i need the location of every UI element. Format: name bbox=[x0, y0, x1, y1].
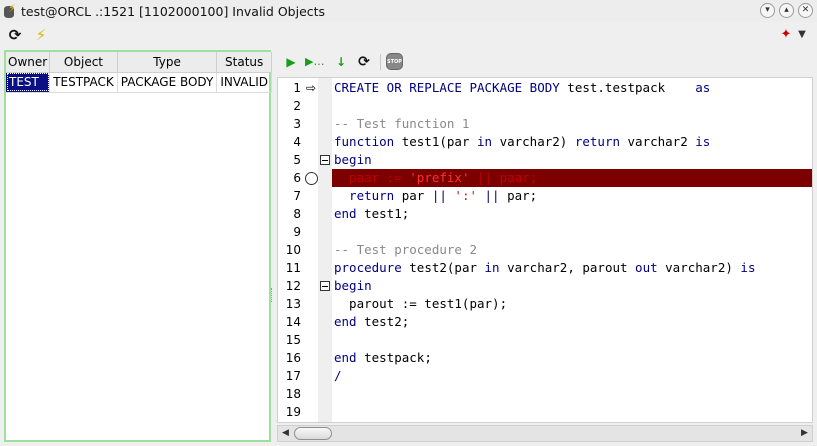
main-toolbar: ⟳ ⚡ ✦ ▼ bbox=[0, 23, 817, 47]
line-number: 1 bbox=[293, 81, 301, 95]
line-number: 17 bbox=[285, 369, 301, 383]
table-header-row: Owner Object Type Status bbox=[6, 52, 272, 73]
editor-toolbar: ▶ ▶… ↓ ⟳ STOP bbox=[278, 50, 817, 74]
code-line[interactable]: 15 bbox=[278, 331, 812, 349]
fold-toggle-icon[interactable] bbox=[320, 155, 330, 165]
execution-pointer-icon: ⇨ bbox=[306, 81, 317, 95]
scroll-left-icon[interactable]: ◀ bbox=[278, 426, 293, 441]
code-line[interactable]: 17 / bbox=[278, 367, 812, 385]
table-row[interactable]: TEST TESTPACK PACKAGE BODY INVALID bbox=[6, 72, 272, 93]
code-line[interactable]: 3 -- Test function 1 bbox=[278, 115, 812, 133]
window-titlebar: ⚡ test@ORCL .:1521 [1102000100] Invalid … bbox=[0, 0, 817, 22]
code-line[interactable]: 1 ⇨ CREATE OR REPLACE PACKAGE BODY test.te… bbox=[278, 79, 812, 97]
minimize-button[interactable]: ▾ bbox=[760, 3, 775, 18]
code-line[interactable]: 12 begin bbox=[278, 277, 812, 295]
code-text: / bbox=[334, 368, 342, 383]
invalid-objects-list: Owner Object Type Status TEST TESTPACK P… bbox=[4, 50, 272, 442]
code-text: CREATE OR REPLACE PACKAGE BODY test.test… bbox=[334, 80, 711, 95]
window-title: test@ORCL .:1521 [1102000100] Invalid Ob… bbox=[21, 3, 326, 19]
line-number: 5 bbox=[293, 153, 301, 167]
code-line[interactable]: 16 end testpack; bbox=[278, 349, 812, 367]
line-number: 3 bbox=[293, 117, 301, 131]
refresh-icon[interactable]: ⟳ bbox=[6, 26, 24, 44]
code-text: end test2; bbox=[334, 314, 410, 329]
cell-owner[interactable]: TEST bbox=[6, 72, 51, 93]
code-text: end testpack; bbox=[334, 350, 432, 365]
fold-toggle-icon[interactable] bbox=[320, 281, 330, 291]
window-buttons: ▾ ▴ ✕ bbox=[760, 3, 813, 18]
line-number: 6 bbox=[293, 171, 301, 185]
code-text: return par || ':' || par; bbox=[334, 188, 538, 203]
column-header-type[interactable]: Type bbox=[117, 52, 218, 73]
code-text: function test1(par in varchar2) return v… bbox=[334, 134, 711, 149]
run-icon[interactable]: ▶ bbox=[282, 53, 300, 71]
horizontal-scrollbar[interactable]: ◀ ▶ bbox=[277, 425, 813, 442]
database-app-icon: ⚡ bbox=[3, 3, 17, 19]
scroll-right-icon[interactable]: ▶ bbox=[797, 426, 812, 441]
step-into-icon[interactable]: ↓ bbox=[332, 53, 350, 71]
chevron-down-icon[interactable]: ▼ bbox=[793, 26, 811, 44]
line-number: 7 bbox=[293, 189, 301, 203]
code-line[interactable]: 4 function test1(par in varchar2) return … bbox=[278, 133, 812, 151]
column-header-status[interactable]: Status bbox=[216, 52, 272, 73]
toolbar-separator bbox=[380, 54, 381, 70]
code-text: parout := test1(par); bbox=[334, 296, 508, 311]
line-number: 18 bbox=[285, 387, 301, 401]
line-number: 14 bbox=[285, 315, 301, 329]
scrollbar-thumb[interactable] bbox=[294, 427, 332, 440]
cell-type[interactable]: PACKAGE BODY bbox=[117, 72, 218, 93]
code-line[interactable]: 5 begin bbox=[278, 151, 812, 169]
code-line[interactable]: 18 bbox=[278, 385, 812, 403]
code-line[interactable]: 6 paar := 'prefix' || paar; bbox=[278, 169, 812, 187]
column-header-owner[interactable]: Owner bbox=[6, 52, 51, 73]
code-text: begin bbox=[334, 152, 372, 167]
line-number: 10 bbox=[285, 243, 301, 257]
code-text: -- Test function 1 bbox=[334, 116, 470, 131]
breakpoint-marker-icon[interactable] bbox=[305, 172, 318, 185]
line-number: 9 bbox=[293, 225, 301, 239]
maximize-button[interactable]: ▴ bbox=[779, 3, 794, 18]
code-text: procedure test2(par in varchar2, parout … bbox=[334, 260, 756, 275]
code-text: begin bbox=[334, 278, 372, 293]
line-number: 16 bbox=[285, 351, 301, 365]
code-line[interactable]: 8 end test1; bbox=[278, 205, 812, 223]
line-number: 19 bbox=[285, 405, 301, 419]
line-number: 8 bbox=[293, 207, 301, 221]
code-line[interactable]: 7 return par || ':' || par; bbox=[278, 187, 812, 205]
line-number: 2 bbox=[293, 99, 301, 113]
objects-table: Owner Object Type Status TEST TESTPACK P… bbox=[6, 52, 272, 93]
code-text: end test1; bbox=[334, 206, 410, 221]
stop-icon[interactable]: STOP bbox=[386, 53, 404, 71]
line-number: 4 bbox=[293, 135, 301, 149]
stop-label: STOP bbox=[386, 53, 403, 70]
code-text: paar := 'prefix' || paar; bbox=[334, 170, 538, 185]
code-text: -- Test procedure 2 bbox=[334, 242, 477, 257]
code-line[interactable]: 14 end test2; bbox=[278, 313, 812, 331]
code-line[interactable]: 2 bbox=[278, 97, 812, 115]
line-number: 12 bbox=[285, 279, 301, 293]
refresh-icon[interactable]: ⟳ bbox=[355, 53, 373, 71]
code-line[interactable]: 10 -- Test procedure 2 bbox=[278, 241, 812, 259]
code-line[interactable]: 9 bbox=[278, 223, 812, 241]
cell-status[interactable]: INVALID bbox=[216, 72, 272, 93]
line-number: 13 bbox=[285, 297, 301, 311]
code-line[interactable]: 19 bbox=[278, 403, 812, 421]
line-number: 11 bbox=[285, 261, 301, 275]
lightning-icon[interactable]: ⚡ bbox=[32, 26, 50, 44]
cell-object[interactable]: TESTPACK bbox=[49, 72, 118, 93]
step-over-icon[interactable]: ▶… bbox=[305, 53, 324, 71]
code-editor[interactable]: 1 ⇨ CREATE OR REPLACE PACKAGE BODY test.te… bbox=[277, 77, 813, 423]
close-button[interactable]: ✕ bbox=[798, 3, 813, 18]
line-number: 15 bbox=[285, 333, 301, 347]
column-header-object[interactable]: Object bbox=[49, 52, 118, 73]
code-line[interactable]: 13 parout := test1(par); bbox=[278, 295, 812, 313]
code-line[interactable]: 11 procedure test2(par in varchar2, parou… bbox=[278, 259, 812, 277]
panel-splitter[interactable] bbox=[271, 50, 275, 442]
